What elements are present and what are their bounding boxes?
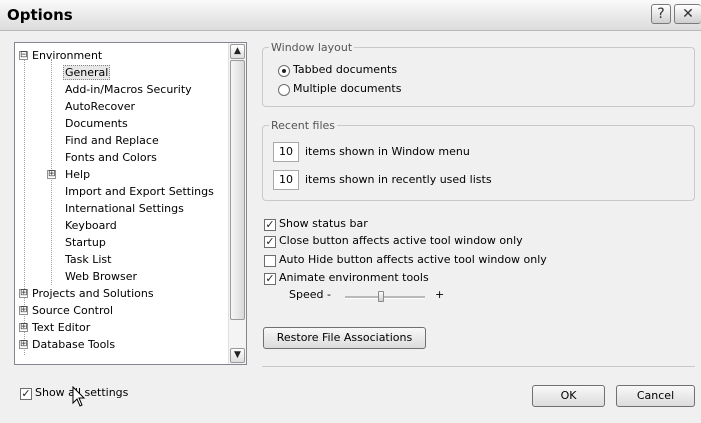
show-all-settings-checkbox[interactable]: ✓: [20, 388, 32, 400]
restore-file-associations-button[interactable]: Restore File Associations: [263, 327, 426, 349]
separator: [262, 366, 695, 367]
tree-item-fonts-and-colors[interactable]: Fonts and Colors: [65, 149, 157, 166]
close-button-affects-checkbox[interactable]: ✓: [264, 236, 276, 248]
tree-scrollbar[interactable]: ▲ ▼: [228, 43, 246, 364]
window-menu-count-input[interactable]: 10: [273, 142, 299, 162]
close-button[interactable]: ✕: [674, 4, 701, 24]
tree-item-label: Add-in/Macros Security: [65, 83, 192, 96]
expand-icon[interactable]: ⊞: [19, 340, 28, 349]
check-icon: ✓: [21, 387, 31, 400]
tree-item-label: Web Browser: [65, 270, 138, 283]
recent-lists-count-label: items shown in recently used lists: [305, 173, 492, 186]
ok-button[interactable]: OK: [532, 385, 605, 407]
tabbed-documents-radio[interactable]: [278, 65, 290, 77]
close-button-affects-label[interactable]: Close button affects active tool window …: [279, 234, 523, 247]
tree-item-task-list[interactable]: Task List: [65, 251, 111, 268]
close-icon: ✕: [682, 6, 694, 22]
tree-item-label: Database Tools: [32, 338, 116, 351]
tree-item-label: Fonts and Colors: [65, 151, 157, 164]
auto-hide-affects-checkbox[interactable]: [264, 255, 276, 267]
help-icon: ?: [657, 6, 665, 22]
tree-item-label: AutoRecover: [65, 100, 136, 113]
scroll-thumb[interactable]: [230, 60, 245, 320]
collapse-icon[interactable]: ⊟: [19, 51, 28, 60]
window-layout-legend: Window layout: [271, 41, 353, 54]
speed-label: Speed -: [289, 288, 331, 301]
recent-lists-count-input[interactable]: 10: [273, 170, 299, 190]
speed-slider[interactable]: [345, 290, 425, 304]
slider-thumb[interactable]: [378, 291, 384, 302]
multiple-documents-label[interactable]: Multiple documents: [293, 82, 401, 95]
tree-item-label: General: [63, 65, 111, 80]
chevron-up-icon: ▲: [234, 46, 241, 56]
tree-item-label: Text Editor: [32, 321, 91, 334]
tabbed-documents-label[interactable]: Tabbed documents: [293, 63, 397, 76]
tree-item-label: Task List: [65, 253, 112, 266]
tree-item-startup[interactable]: Startup: [65, 234, 106, 251]
expand-icon[interactable]: ⊞: [47, 170, 56, 179]
scroll-down-button[interactable]: ▼: [230, 348, 245, 363]
settings-tree[interactable]: ⊟ Environment General Add-in/Macros Secu…: [14, 42, 247, 365]
tree-item-international-settings[interactable]: International Settings: [65, 200, 184, 217]
tree-item-label: Environment: [32, 49, 103, 62]
cancel-button[interactable]: Cancel: [616, 385, 695, 407]
check-icon: ✓: [265, 272, 275, 285]
animate-environment-tools-label[interactable]: Animate environment tools: [279, 271, 429, 284]
tree-item-import-export-settings[interactable]: Import and Export Settings: [65, 183, 214, 200]
tree-item-label: Import and Export Settings: [65, 185, 214, 198]
tree-item-label: Help: [65, 168, 91, 181]
show-status-bar-label[interactable]: Show status bar: [279, 217, 368, 230]
expand-icon[interactable]: ⊞: [19, 289, 28, 298]
tree-item-label: Projects and Solutions: [32, 287, 154, 300]
tree-item-general[interactable]: General: [63, 64, 111, 81]
expand-icon[interactable]: ⊞: [19, 306, 28, 315]
animate-environment-tools-checkbox[interactable]: ✓: [264, 273, 276, 285]
tree-item-keyboard[interactable]: Keyboard: [65, 217, 117, 234]
help-button[interactable]: ?: [651, 4, 671, 24]
speed-plus-label: +: [435, 288, 445, 301]
title-bar: Options ? ✕: [0, 0, 701, 31]
auto-hide-affects-label[interactable]: Auto Hide button affects active tool win…: [279, 253, 547, 266]
tree-item-documents[interactable]: Documents: [65, 115, 128, 132]
tree-item-label: Startup: [65, 236, 106, 249]
tree-item-label: Find and Replace: [65, 134, 159, 147]
multiple-documents-radio[interactable]: [278, 84, 290, 96]
recent-files-group: Recent files: [262, 119, 695, 201]
recent-files-legend: Recent files: [271, 119, 335, 132]
tree-item-label: Documents: [65, 117, 128, 130]
tree-item-addin-macros-security[interactable]: Add-in/Macros Security: [65, 81, 192, 98]
cursor-icon: [72, 386, 86, 407]
show-status-bar-checkbox[interactable]: ✓: [264, 219, 276, 231]
check-icon: ✓: [265, 218, 275, 231]
tree-item-autorecover[interactable]: AutoRecover: [65, 98, 135, 115]
tree-item-label: International Settings: [65, 202, 184, 215]
window-menu-count-label: items shown in Window menu: [305, 145, 470, 158]
slider-track: [345, 296, 425, 299]
window-title: Options: [7, 6, 73, 24]
expand-icon[interactable]: ⊞: [19, 323, 28, 332]
tree-item-label: Keyboard: [65, 219, 117, 232]
chevron-down-icon: ▼: [234, 350, 241, 360]
check-icon: ✓: [265, 235, 275, 248]
tree-item-label: Source Control: [32, 304, 114, 317]
tree-item-find-and-replace[interactable]: Find and Replace: [65, 132, 159, 149]
scroll-up-button[interactable]: ▲: [230, 44, 245, 59]
tree-item-web-browser[interactable]: Web Browser: [65, 268, 137, 285]
